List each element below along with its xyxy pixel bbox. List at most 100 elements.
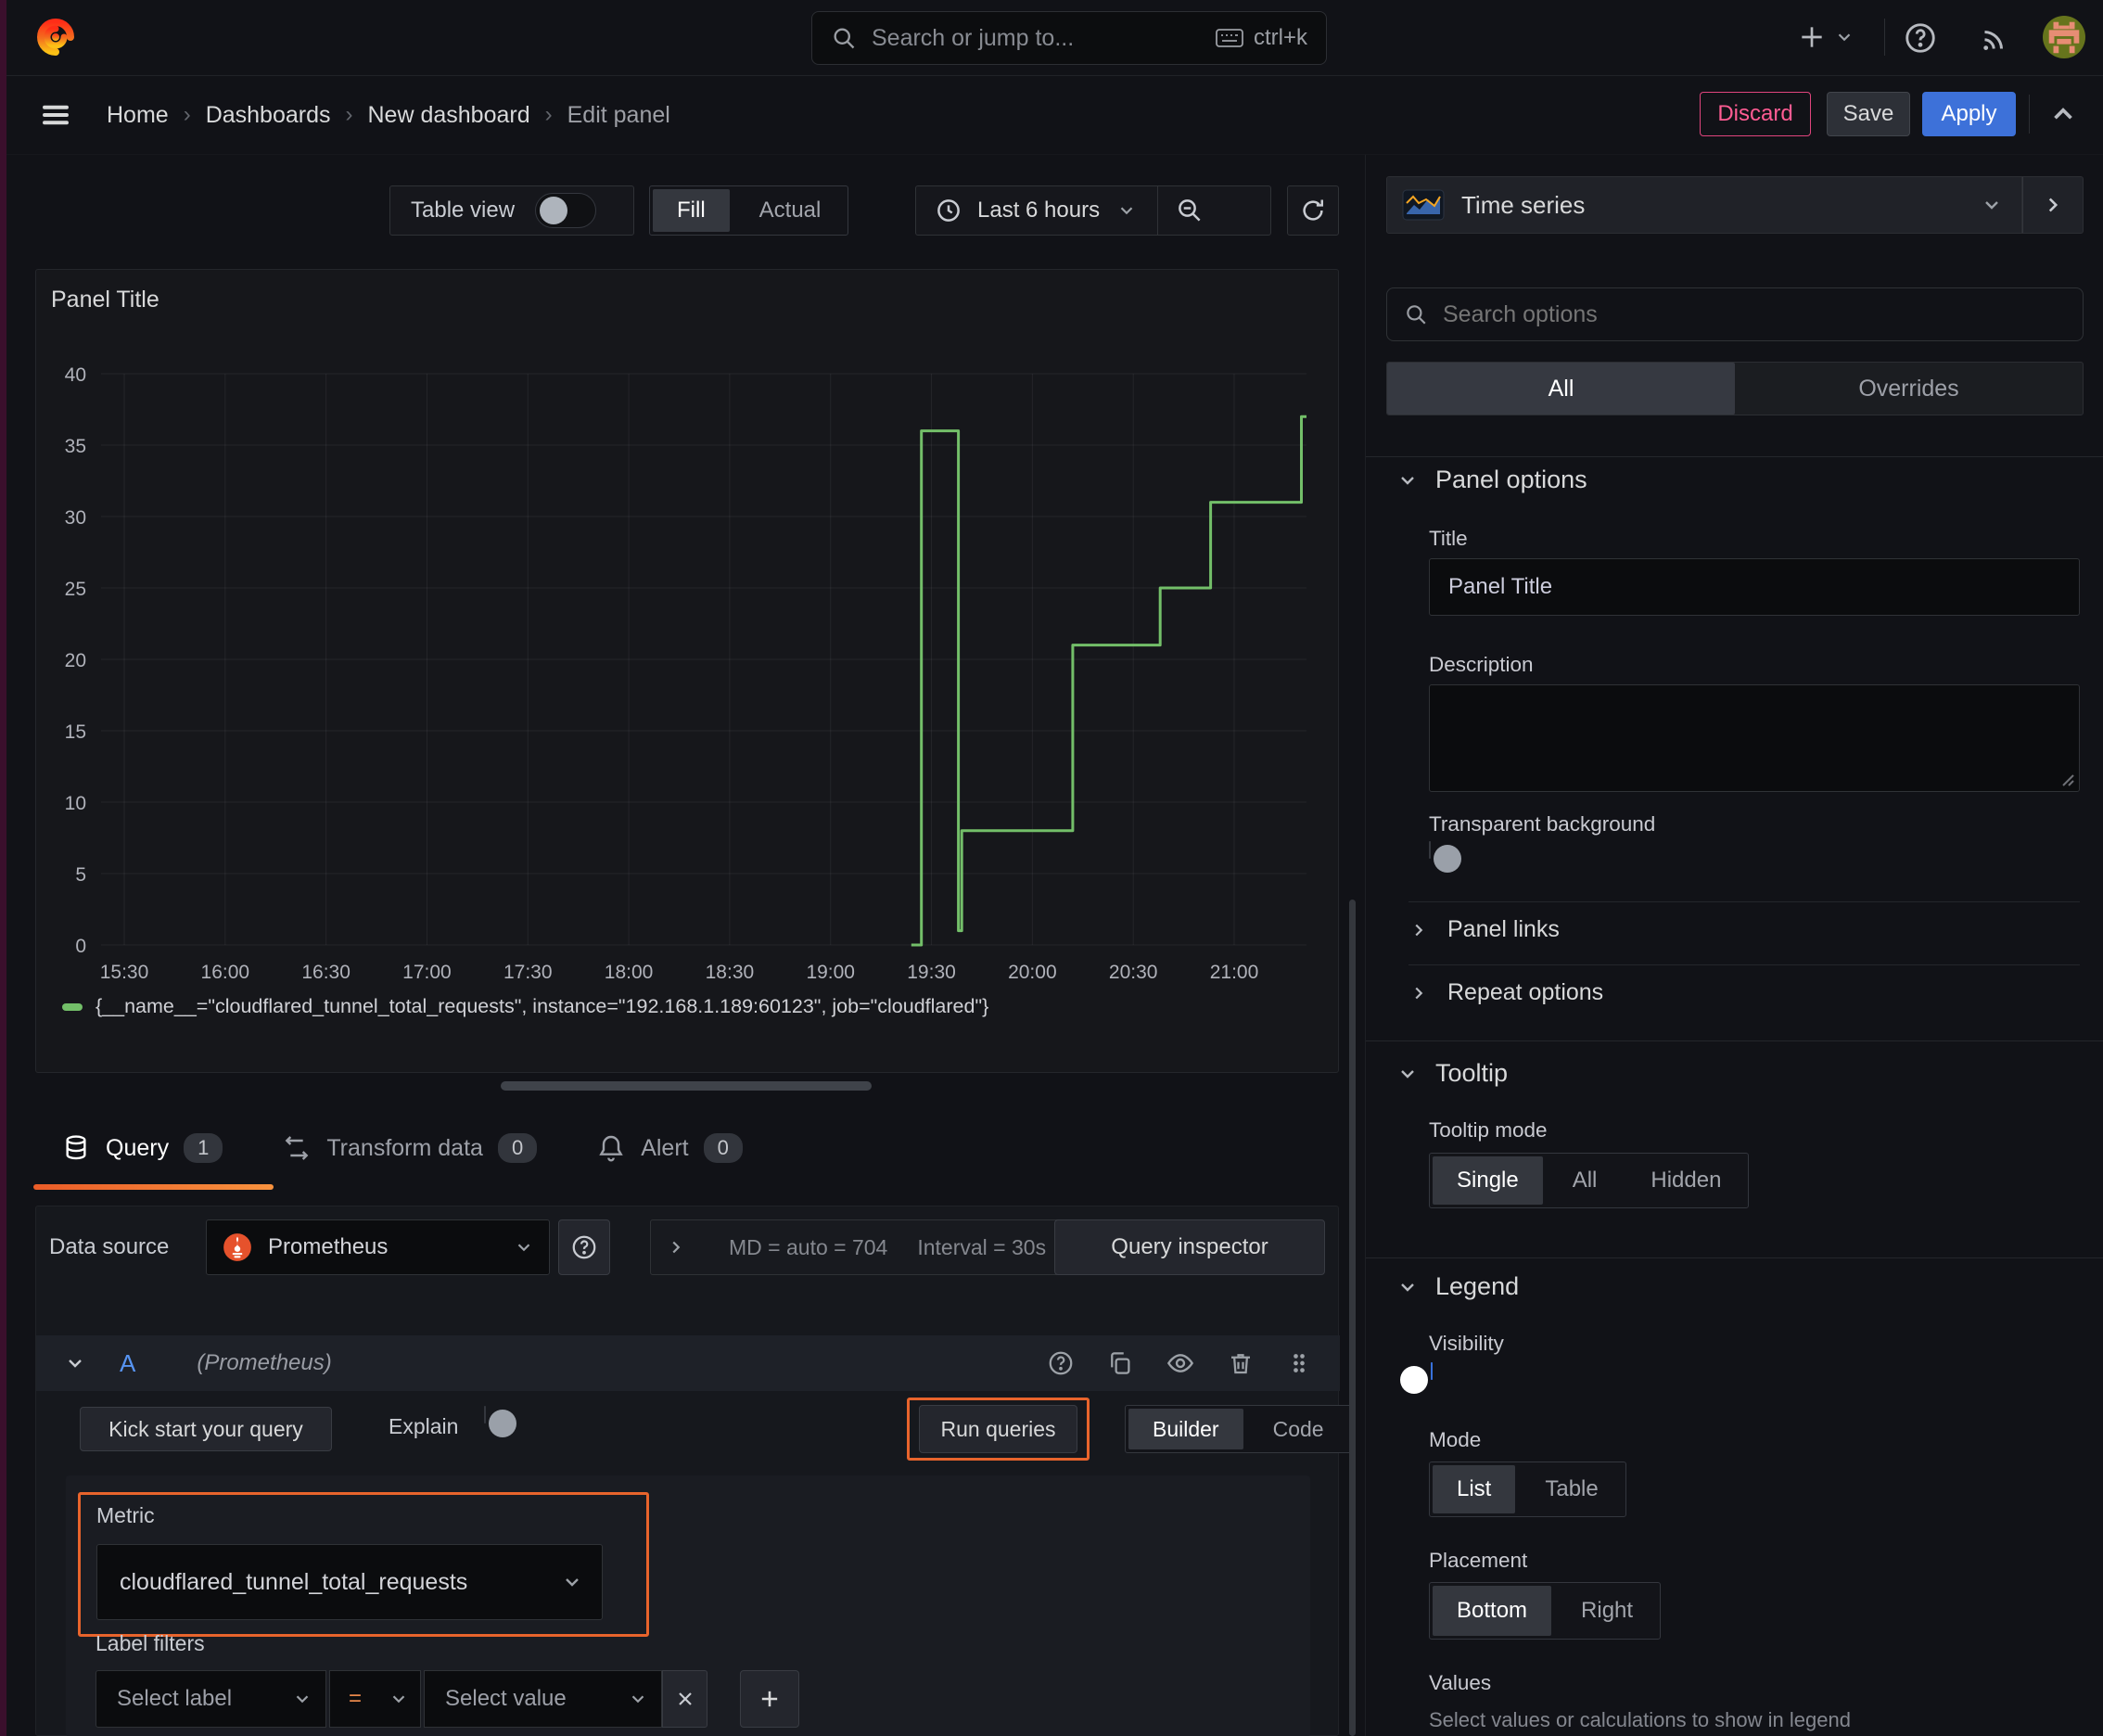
help-icon	[570, 1233, 598, 1261]
explain-label: Explain	[389, 1414, 459, 1438]
zoom-out-icon[interactable]	[1158, 197, 1221, 224]
section-divider	[1366, 1257, 2103, 1258]
query-inspector-button[interactable]: Query inspector	[1054, 1219, 1325, 1275]
panel-links-section[interactable]: Panel links	[1408, 916, 1560, 943]
query-tabs: Query 1 Transform data 0 Alert 0	[61, 1117, 743, 1179]
panel-title-input[interactable]	[1429, 558, 2080, 616]
operator-value: =	[349, 1686, 363, 1711]
svg-text:16:00: 16:00	[201, 962, 250, 983]
builder-code-segmented: Builder Code	[1125, 1405, 1352, 1453]
chevron-down-icon[interactable]	[64, 1352, 86, 1374]
repeat-options-section[interactable]: Repeat options	[1408, 979, 1603, 1006]
transparent-background-toggle[interactable]	[1429, 841, 1461, 873]
query-ref-row[interactable]: A (Prometheus)	[36, 1335, 1340, 1391]
fill-option[interactable]: Fill	[653, 189, 730, 232]
svg-text:18:00: 18:00	[605, 962, 654, 983]
remove-query-trash-icon[interactable]	[1227, 1349, 1255, 1377]
keyboard-icon	[1215, 27, 1244, 49]
actual-option[interactable]: Actual	[735, 189, 846, 232]
drag-handle-icon[interactable]	[1286, 1350, 1312, 1376]
code-option[interactable]: Code	[1249, 1409, 1348, 1449]
svg-text:19:00: 19:00	[806, 962, 855, 983]
edit-panel-left-pane: Table view Fill Actual Last 6 hours Pane…	[0, 154, 1352, 1736]
operator-dropdown[interactable]: =	[329, 1670, 421, 1728]
tooltip-single-option[interactable]: Single	[1433, 1156, 1543, 1205]
search-input[interactable]	[870, 23, 1215, 53]
run-queries-button[interactable]: Run queries	[919, 1405, 1077, 1453]
breadcrumb-dashboards[interactable]: Dashboards	[206, 102, 331, 129]
builder-option[interactable]: Builder	[1128, 1409, 1243, 1449]
visualization-picker[interactable]: Time series	[1386, 176, 2022, 234]
hide-response-eye-icon[interactable]	[1166, 1348, 1195, 1378]
breadcrumb-home[interactable]: Home	[107, 102, 169, 129]
select-value-dropdown[interactable]: Select value	[424, 1670, 662, 1728]
options-search[interactable]	[1386, 287, 2084, 341]
duplicate-query-icon[interactable]	[1106, 1349, 1134, 1377]
select-label-dropdown[interactable]: Select label	[96, 1670, 326, 1728]
tooltip-section-header[interactable]: Tooltip	[1396, 1059, 1508, 1088]
apply-button[interactable]: Apply	[1922, 92, 2016, 136]
tooltip-hidden-option[interactable]: Hidden	[1626, 1156, 1745, 1205]
placement-right-option[interactable]: Right	[1557, 1586, 1657, 1636]
options-search-input[interactable]	[1441, 300, 2083, 329]
chevron-down-icon	[1116, 200, 1137, 221]
remove-filter-button[interactable]	[662, 1670, 707, 1728]
tab-all[interactable]: All	[1387, 363, 1735, 415]
time-range-picker[interactable]: Last 6 hours	[977, 198, 1100, 223]
vertical-scrollbar[interactable]	[1349, 900, 1356, 1736]
tooltip-all-option[interactable]: All	[1549, 1156, 1622, 1205]
grafana-logo[interactable]	[33, 15, 78, 59]
table-view-toggle[interactable]	[535, 193, 597, 228]
new-menu-button[interactable]	[1797, 22, 1854, 52]
panel-options-section-header[interactable]: Panel options	[1396, 466, 1587, 494]
refresh-button[interactable]	[1287, 185, 1339, 236]
metric-select[interactable]: cloudflared_tunnel_total_requests	[96, 1544, 603, 1620]
grafana-edit-panel-screen: ctrl+k	[0, 0, 2103, 1736]
section-divider	[1408, 901, 2080, 902]
breadcrumb-separator: ›	[183, 102, 191, 127]
placement-bottom-option[interactable]: Bottom	[1433, 1586, 1552, 1636]
help-icon[interactable]	[1903, 20, 1938, 56]
kick-start-query-button[interactable]: Kick start your query	[80, 1407, 332, 1451]
tab-overrides[interactable]: Overrides	[1735, 363, 2083, 415]
add-filter-button[interactable]	[740, 1670, 799, 1728]
collapse-header-chevron-up-icon[interactable]	[2047, 98, 2079, 130]
legend-visibility-toggle[interactable]	[1400, 1362, 1433, 1394]
menu-burger-icon[interactable]	[39, 98, 72, 132]
tab-transform-data[interactable]: Transform data 0	[282, 1133, 538, 1163]
tab-alert-label: Alert	[641, 1134, 689, 1161]
save-button[interactable]: Save	[1827, 92, 1910, 136]
legend-list-option[interactable]: List	[1433, 1465, 1516, 1513]
description-textarea[interactable]	[1429, 684, 2080, 792]
datasource-name: Prometheus	[268, 1234, 389, 1259]
legend-section-header[interactable]: Legend	[1396, 1272, 1519, 1301]
news-rss-icon[interactable]	[1978, 22, 2011, 56]
panel-preview: Panel Title 0 5 10 15 20 25 30 35 40 15:30 16:00 16…	[35, 269, 1339, 1073]
datasource-help-button[interactable]	[558, 1219, 610, 1275]
values-label: Values	[1429, 1671, 1492, 1694]
legend-table-option[interactable]: Table	[1521, 1465, 1622, 1513]
time-series-chart[interactable]: 0 5 10 15 20 25 30 35 40 15:30 16:00 16:30 17:00 17:3…	[36, 270, 1338, 989]
breadcrumb-new-dashboard[interactable]: New dashboard	[368, 102, 530, 129]
query-options-row[interactable]: MD = auto = 704 Interval = 30s	[650, 1219, 1110, 1275]
visualization-name: Time series	[1461, 190, 1586, 219]
close-x-icon	[674, 1688, 696, 1710]
legend-series-label[interactable]: {__name__="cloudflared_tunnel_total_requ…	[96, 995, 988, 1018]
description-label: Description	[1429, 653, 1534, 676]
discard-button[interactable]: Discard	[1700, 92, 1811, 136]
resize-handle-icon[interactable]	[2058, 771, 2075, 787]
explain-toggle[interactable]	[484, 1406, 516, 1437]
user-avatar[interactable]	[2043, 16, 2085, 58]
select-value-placeholder: Select value	[445, 1686, 567, 1711]
tab-alert[interactable]: Alert 0	[596, 1133, 743, 1163]
viz-suggestions-button[interactable]	[2022, 176, 2084, 234]
global-search[interactable]: ctrl+k	[811, 11, 1327, 65]
svg-text:15: 15	[65, 721, 86, 743]
datasource-picker[interactable]: Prometheus	[206, 1219, 550, 1275]
section-divider	[1366, 456, 2103, 457]
tab-query[interactable]: Query 1	[61, 1133, 223, 1163]
query-help-icon[interactable]	[1047, 1349, 1075, 1377]
pane-resize-handle[interactable]	[501, 1081, 872, 1091]
chevron-down-icon	[1838, 33, 1851, 42]
title-label: Title	[1429, 527, 1468, 550]
